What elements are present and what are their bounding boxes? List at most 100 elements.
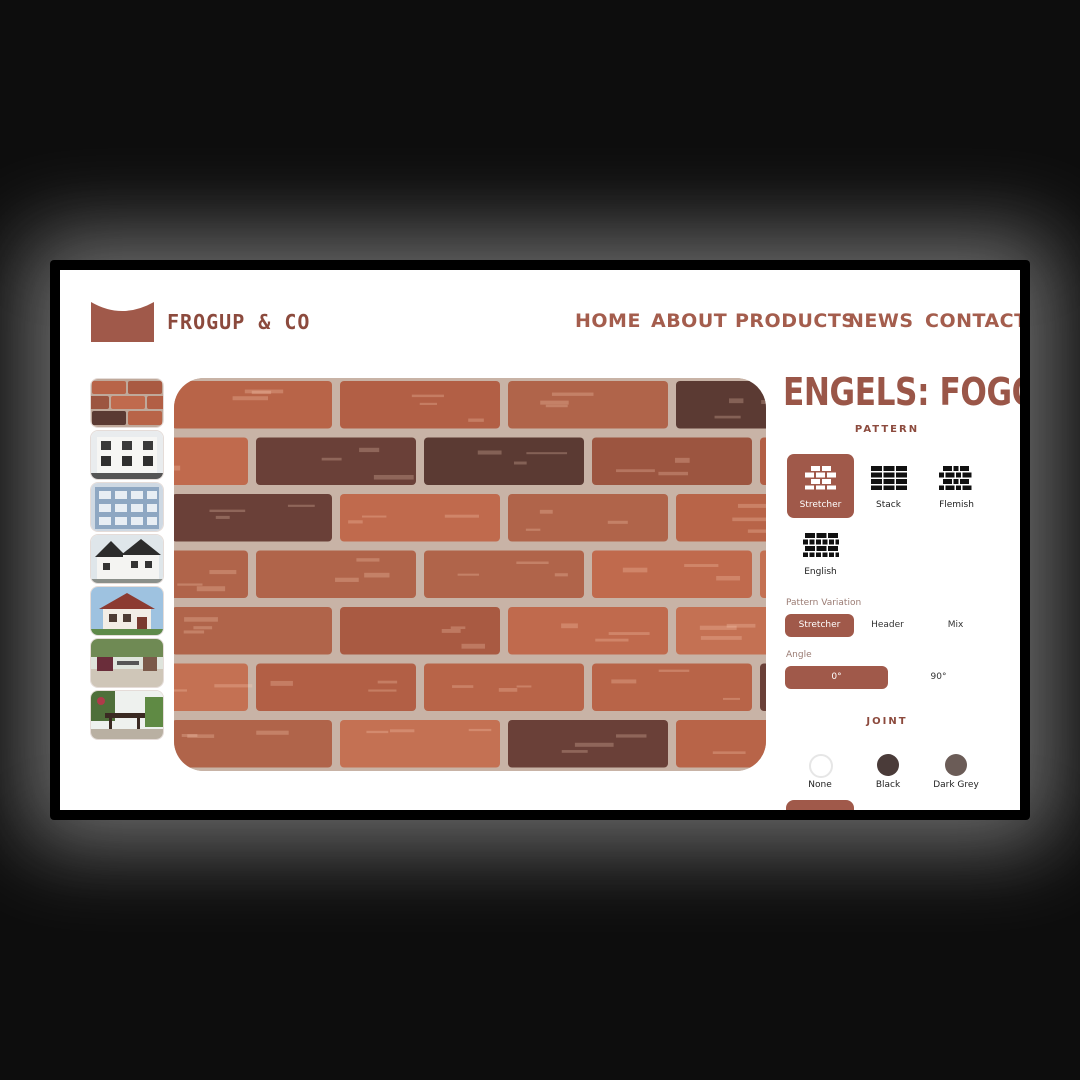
brick-texture-streak xyxy=(368,689,397,692)
nav-about[interactable]: ABOUT xyxy=(651,310,727,332)
joint-option-label: Black xyxy=(875,780,901,790)
joint-black-swatch[interactable] xyxy=(877,754,899,776)
brick-texture-streak xyxy=(561,750,588,753)
brick-texture-streak xyxy=(561,623,578,629)
nav-home[interactable]: HOME xyxy=(575,310,641,332)
app-screen: FROGUP & CO HOME ABOUT PRODUCTS NEWS CON… xyxy=(60,270,1020,810)
brick-texture-streak xyxy=(364,572,390,578)
brick xyxy=(760,550,766,598)
brick xyxy=(760,663,766,711)
brick-texture-streak xyxy=(498,688,518,692)
brick-texture-streak xyxy=(366,730,389,734)
brick xyxy=(592,437,752,485)
brick-texture-streak xyxy=(540,400,569,405)
variation-header-button[interactable]: Header xyxy=(853,614,922,637)
stretcher-pattern-icon xyxy=(805,466,836,490)
variation-stretcher-button[interactable]: Stretcher xyxy=(785,614,854,637)
brick xyxy=(174,494,332,542)
brick xyxy=(174,437,248,485)
joint-heading: JOINT xyxy=(866,716,908,727)
nav-contact[interactable]: CONTACT xyxy=(925,310,1020,332)
brick-texture-streak xyxy=(174,689,188,692)
brick xyxy=(508,381,668,429)
thumbnail-blue-apartment[interactable] xyxy=(90,482,164,532)
brick-texture-streak xyxy=(616,469,655,473)
thumbnail-patio[interactable] xyxy=(90,638,164,688)
brick-texture-streak xyxy=(554,573,568,577)
pattern-stretcher-button[interactable]: Stretcher xyxy=(787,454,854,518)
pattern-option-label: Stretcher xyxy=(799,500,842,510)
brick-texture-streak xyxy=(196,586,226,592)
brick-texture-image xyxy=(174,378,766,771)
brick-texture-streak xyxy=(608,632,650,635)
brick xyxy=(340,720,500,768)
brick xyxy=(174,720,332,768)
brick xyxy=(760,437,766,485)
brick-texture-streak xyxy=(215,515,230,519)
pattern-option-label: Flemish xyxy=(939,500,974,510)
brick-texture-streak xyxy=(545,404,568,408)
thumbnail-white-house[interactable] xyxy=(90,534,164,584)
brick-texture-streak xyxy=(359,447,380,453)
brick-texture-streak xyxy=(184,617,218,622)
brick-texture-streak xyxy=(256,730,289,735)
brick-texture-streak xyxy=(747,529,766,533)
joint-option-partial-button[interactable] xyxy=(786,800,854,810)
brick-texture-streak xyxy=(595,638,629,642)
thumbnail-brick-texture[interactable] xyxy=(90,378,164,428)
brick-texture-streak xyxy=(441,628,461,633)
brick xyxy=(256,663,416,711)
brick xyxy=(508,494,668,542)
stack-pattern-icon xyxy=(871,466,907,490)
brick-texture-streak xyxy=(716,575,741,581)
nav-news[interactable]: NEWS xyxy=(848,310,914,332)
brick-texture-streak xyxy=(373,474,414,480)
brick xyxy=(340,494,500,542)
brand-name[interactable]: FROGUP & CO xyxy=(167,310,310,334)
brick-texture-streak xyxy=(658,471,689,476)
brick-texture-streak xyxy=(607,520,628,524)
pattern-stack-button[interactable]: Stack xyxy=(855,454,922,518)
joint-dark-grey-swatch[interactable] xyxy=(945,754,967,776)
brick-texture-streak xyxy=(674,457,690,463)
brick-texture-streak xyxy=(209,570,237,575)
brick-texture-streak xyxy=(461,643,485,649)
angle-0-button[interactable]: 0° xyxy=(785,666,888,689)
pattern-variation-label: Pattern Variation xyxy=(786,598,862,608)
thumbnail-red-roof-house[interactable] xyxy=(90,586,164,636)
thumbnail-garden-terrace[interactable] xyxy=(90,690,164,740)
brick-texture-streak xyxy=(287,504,315,507)
brick-texture-streak xyxy=(174,465,181,471)
brick-preview[interactable] xyxy=(174,378,766,771)
logo-icon[interactable] xyxy=(91,302,154,342)
brick-texture-streak xyxy=(658,669,690,672)
brick-texture-streak xyxy=(183,630,205,634)
pattern-english-button[interactable]: English xyxy=(787,521,854,585)
brick-texture-streak xyxy=(574,742,614,747)
brick-texture-streak xyxy=(699,625,737,630)
brick-texture-streak xyxy=(244,389,284,394)
brick-texture-streak xyxy=(411,394,444,398)
joint-none-swatch[interactable] xyxy=(809,754,833,778)
pattern-flemish-button[interactable]: Flemish xyxy=(923,454,990,518)
thumbnail-white-building[interactable] xyxy=(90,430,164,480)
variation-mix-button[interactable]: Mix xyxy=(921,614,990,637)
nav-products[interactable]: PRODUCTS xyxy=(735,310,856,332)
brick-texture-streak xyxy=(193,626,213,630)
brick-texture-streak xyxy=(700,636,742,640)
brick-texture-streak xyxy=(270,680,293,686)
joint-option-label: Dark Grey xyxy=(933,780,979,790)
brick-texture-streak xyxy=(419,402,438,405)
angle-90-button[interactable]: 90° xyxy=(887,666,990,689)
brick-texture-streak xyxy=(616,734,647,738)
brick-texture-streak xyxy=(513,461,527,465)
brick-texture-streak xyxy=(539,509,553,514)
brick-texture-streak xyxy=(516,685,532,688)
flemish-pattern-icon xyxy=(939,466,972,490)
pattern-option-label: Stack xyxy=(876,500,901,510)
brick xyxy=(508,607,668,655)
brick-texture-streak xyxy=(714,415,741,419)
pattern-option-label: English xyxy=(804,567,837,577)
pattern-heading: PATTERN xyxy=(854,424,920,435)
brick-texture-streak xyxy=(525,528,541,531)
